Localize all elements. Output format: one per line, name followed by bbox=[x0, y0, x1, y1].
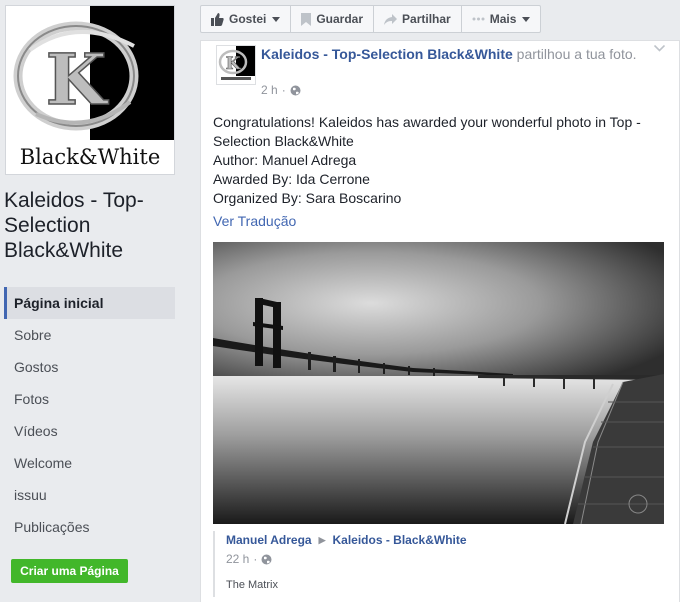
post-options-chevron-icon[interactable] bbox=[654, 45, 665, 52]
thumbs-up-icon bbox=[211, 12, 224, 26]
shared-attribution: Manuel Adrega ▶ Kaleidos - Black&White 2… bbox=[213, 531, 664, 597]
post-photo[interactable] bbox=[213, 242, 664, 524]
post-action-text: partilhou a tua foto. bbox=[516, 46, 637, 62]
nav-item-posts[interactable]: Publicações bbox=[4, 511, 175, 543]
more-label: Mais bbox=[489, 12, 517, 26]
left-column: K Black&White Kaleidos - Top-Selection B… bbox=[0, 0, 188, 602]
page-profile-picture[interactable]: K Black&White bbox=[5, 5, 175, 175]
globe-icon[interactable] bbox=[290, 85, 301, 96]
original-author-link[interactable]: Manuel Adrega bbox=[226, 533, 312, 547]
nav-item-welcome[interactable]: Welcome bbox=[4, 447, 175, 479]
nav-item-about[interactable]: Sobre bbox=[4, 319, 175, 351]
post-author-link[interactable]: Kaleidos - Top-Selection Black&White bbox=[261, 46, 513, 62]
more-button[interactable]: Mais bbox=[462, 6, 541, 32]
kaleidos-logo-small: K bbox=[218, 46, 255, 80]
save-button[interactable]: Guardar bbox=[291, 6, 375, 32]
page-action-bar: Gostei Guardar Partilhar Mais bbox=[200, 5, 542, 33]
post-meta: 2 h · bbox=[261, 83, 301, 97]
globe-icon[interactable] bbox=[261, 554, 272, 565]
like-button[interactable]: Gostei bbox=[201, 6, 292, 32]
save-label: Guardar bbox=[316, 12, 364, 26]
bridge-photo bbox=[213, 242, 664, 524]
kaleidos-logo: K Black&White bbox=[6, 6, 174, 174]
post-line: Congratulations! Kaleidos has awarded yo… bbox=[213, 114, 641, 130]
post-line: Organized By: Sara Boscarino bbox=[213, 190, 402, 206]
post-header: Kaleidos - Top-Selection Black&White par… bbox=[261, 45, 661, 64]
nav-item-issuu[interactable]: issuu bbox=[4, 479, 175, 511]
shared-timestamp[interactable]: 22 h bbox=[226, 552, 249, 566]
page-nav: Página inicial Sobre Gostos Fotos Vídeos… bbox=[4, 287, 175, 543]
share-label: Partilhar bbox=[402, 12, 451, 26]
caret-down-icon bbox=[522, 16, 531, 22]
meta-separator: · bbox=[281, 83, 286, 97]
share-arrow-icon bbox=[384, 13, 398, 25]
nav-item-likes[interactable]: Gostos bbox=[4, 351, 175, 383]
post-message: Congratulations! Kaleidos has awarded yo… bbox=[213, 113, 668, 208]
target-page-link[interactable]: Kaleidos - Black&White bbox=[333, 533, 467, 547]
nav-item-photos[interactable]: Fotos bbox=[4, 383, 175, 415]
caret-down-icon bbox=[272, 16, 281, 22]
share-button[interactable]: Partilhar bbox=[374, 6, 462, 32]
main-column: Gostei Guardar Partilhar Mais K Kaleidos… bbox=[188, 0, 680, 602]
like-label: Gostei bbox=[229, 12, 267, 26]
meta-separator: · bbox=[253, 552, 258, 566]
see-translation-link[interactable]: Ver Tradução bbox=[213, 213, 296, 229]
post-line: Awarded By: Ida Cerrone bbox=[213, 171, 370, 187]
logo-text: Black&White bbox=[20, 145, 161, 169]
arrow-right-icon: ▶ bbox=[318, 534, 326, 545]
post-timestamp[interactable]: 2 h bbox=[261, 83, 278, 97]
post-card: K Kaleidos - Top-Selection Black&White p… bbox=[200, 40, 680, 602]
svg-text:K: K bbox=[226, 54, 242, 74]
bookmark-icon bbox=[301, 12, 312, 26]
post-line: Selection Black&White bbox=[213, 133, 354, 149]
nav-item-home[interactable]: Página inicial bbox=[4, 287, 175, 319]
photo-caption: The Matrix bbox=[226, 579, 278, 591]
shared-meta: 22 h · bbox=[226, 549, 664, 569]
more-dots-icon bbox=[472, 17, 485, 21]
post-author-avatar[interactable]: K bbox=[216, 45, 256, 85]
nav-item-videos[interactable]: Vídeos bbox=[4, 415, 175, 447]
shared-header: Manuel Adrega ▶ Kaleidos - Black&White bbox=[226, 531, 664, 549]
page-title[interactable]: Kaleidos - Top-Selection Black&White bbox=[4, 188, 184, 263]
create-page-button[interactable]: Criar uma Página bbox=[11, 559, 128, 583]
svg-text:K: K bbox=[46, 38, 109, 121]
post-line: Author: Manuel Adrega bbox=[213, 152, 357, 168]
